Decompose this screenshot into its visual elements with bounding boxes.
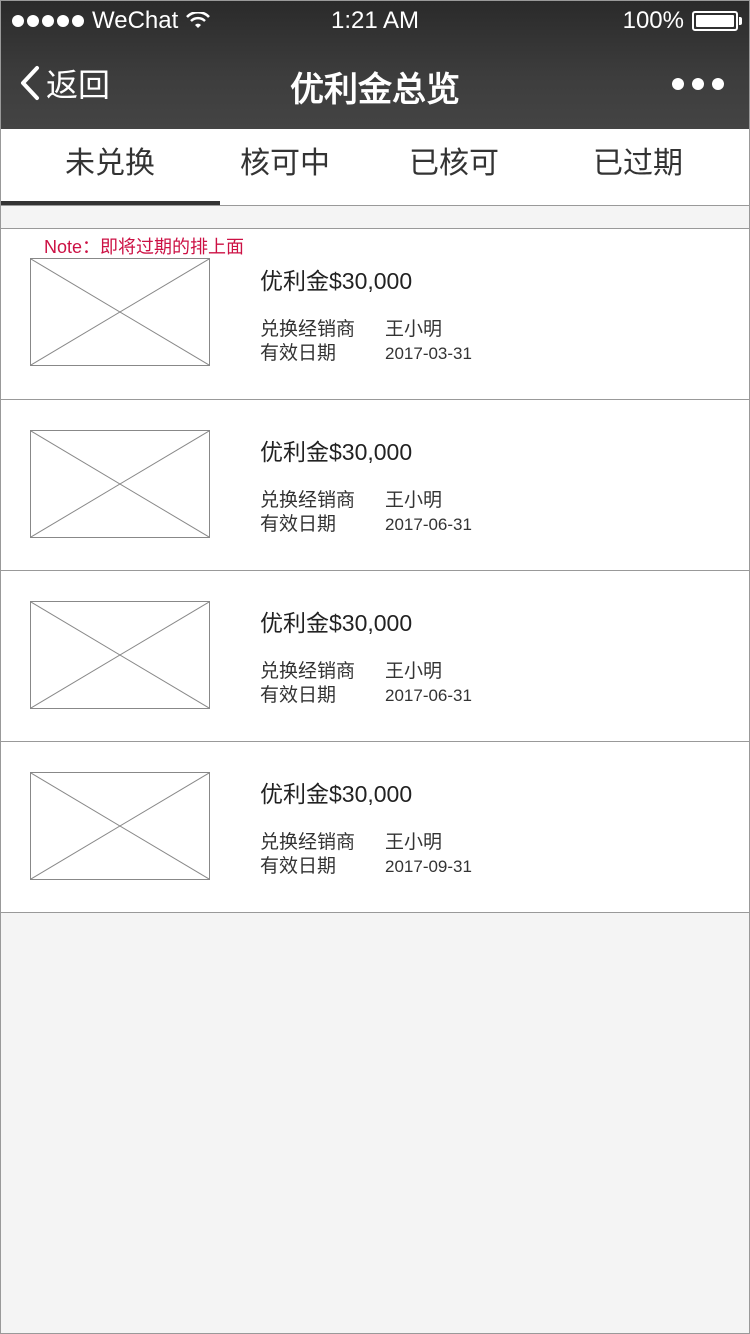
list-item[interactable]: 优利金$30,000 兑换经销商 王小明 有效日期 2017-09-31 (0, 742, 750, 913)
status-right: 100% (622, 7, 742, 35)
status-bar: WeChat 1:21 AM 100% (0, 0, 750, 40)
item-meta: 兑换经销商 王小明 有效日期 2017-03-31 (260, 318, 472, 366)
list-item[interactable]: 优利金$30,000 兑换经销商 王小明 有效日期 2017-06-31 (0, 571, 750, 742)
page-title: 优利金总览 (290, 71, 460, 109)
tab-expired[interactable]: 已过期 (538, 129, 738, 205)
item-title: 优利金$30,000 (260, 268, 413, 294)
top-bar: WeChat 1:21 AM 100% 返回 优利金总览 (0, 0, 750, 129)
dealer-value: 王小明 (385, 319, 443, 340)
date-label: 有效日期 (260, 514, 337, 535)
dealer-value: 王小明 (385, 661, 443, 682)
date-value: 2017-06-31 (385, 686, 472, 705)
dealer-label: 兑换经销商 (260, 319, 356, 340)
more-button[interactable] (672, 78, 724, 90)
dealer-label: 兑换经销商 (260, 661, 356, 682)
tab-unredeemed[interactable]: 未兑换 (0, 129, 220, 205)
tab-bar: 未兑换 核可中 已核可 已过期 (0, 129, 750, 206)
dealer-label: 兑换经销商 (260, 490, 356, 511)
coupon-list: 优利金$30,000 兑换经销商 王小明 有效日期 2017-03-31 优利金$3… (0, 228, 750, 913)
image-placeholder-icon (30, 430, 210, 538)
date-value: 2017-06-31 (385, 515, 472, 534)
dealer-value: 王小明 (385, 490, 443, 511)
item-title: 优利金$30,000 (260, 439, 413, 465)
nav-bar: 返回 优利金总览 (0, 40, 750, 129)
date-label: 有效日期 (260, 685, 337, 706)
item-title: 优利金$30,000 (260, 781, 413, 807)
date-value: 2017-03-31 (385, 344, 472, 363)
item-meta: 兑换经销商 王小明 有效日期 2017-06-31 (260, 660, 472, 708)
item-meta: 兑换经销商 王小明 有效日期 2017-09-31 (260, 831, 472, 879)
item-meta: 兑换经销商 王小明 有效日期 2017-06-31 (260, 489, 472, 537)
design-note: Note：即将过期的排上面 (44, 237, 245, 257)
date-value: 2017-09-31 (385, 857, 472, 876)
image-placeholder-icon (30, 601, 210, 709)
date-label: 有效日期 (260, 856, 337, 877)
image-placeholder-icon (30, 772, 210, 880)
battery-percent: 100% (622, 7, 684, 34)
tab-approved[interactable]: 已核可 (370, 129, 538, 205)
date-label: 有效日期 (260, 343, 337, 364)
list-item[interactable]: 优利金$30,000 兑换经销商 王小明 有效日期 2017-06-31 (0, 400, 750, 571)
dealer-label: 兑换经销商 (260, 832, 356, 853)
image-placeholder-icon (30, 258, 210, 366)
item-title: 优利金$30,000 (260, 610, 413, 636)
more-dots-icon (672, 78, 684, 90)
dealer-value: 王小明 (385, 832, 443, 853)
battery-icon (692, 11, 742, 31)
tab-approving[interactable]: 核可中 (200, 129, 370, 205)
